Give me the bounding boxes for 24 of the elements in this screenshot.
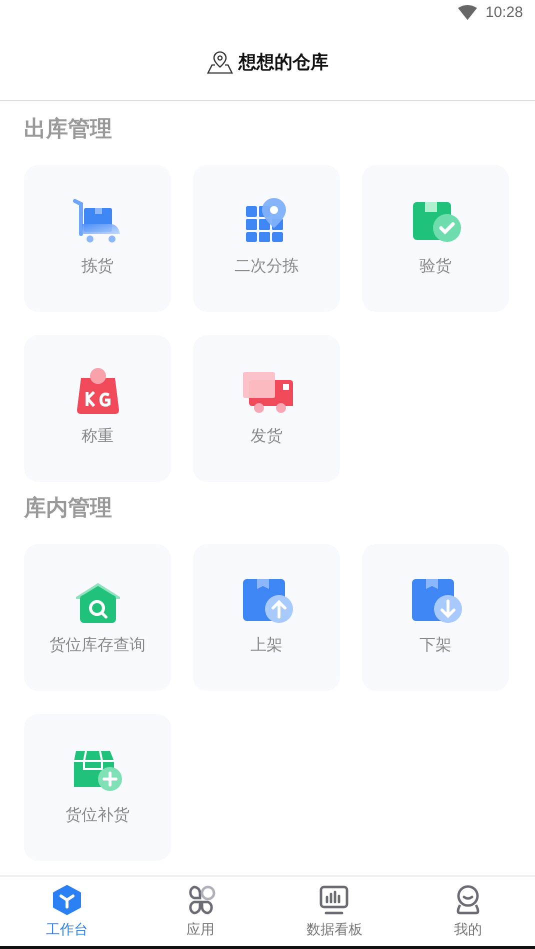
section-title: 库内管理: [24, 494, 113, 523]
box-check-icon: [410, 200, 460, 244]
feature-tile[interactable]: 称重: [24, 335, 171, 482]
feature-tile[interactable]: 拣货: [24, 165, 171, 312]
feature-tile[interactable]: 二次分拣: [193, 165, 340, 312]
feature-tile[interactable]: 验货: [362, 165, 509, 312]
feature-tile[interactable]: 上架: [193, 544, 340, 691]
wifi-icon: [458, 4, 478, 20]
map-pin-icon: [206, 50, 232, 74]
box-add-icon: [72, 749, 124, 793]
warehouse-title: 想想的仓库: [238, 51, 328, 74]
status-time: 10:28: [485, 4, 523, 20]
section-title: 出库管理: [24, 116, 113, 144]
box-download-icon: [410, 577, 462, 623]
feature-tile[interactable]: 货位补货: [24, 714, 171, 861]
box-upload-icon: [240, 577, 292, 623]
weight-icon: [74, 368, 120, 414]
house-search-icon: [74, 581, 122, 623]
cube-icon: [52, 884, 81, 914]
feature-tile[interactable]: 货位库存查询: [24, 544, 171, 691]
truck-icon: [240, 370, 292, 414]
feature-tile[interactable]: 发货: [193, 335, 340, 482]
feature-tile[interactable]: 下架: [362, 544, 509, 691]
dashboard-icon: [319, 884, 350, 914]
